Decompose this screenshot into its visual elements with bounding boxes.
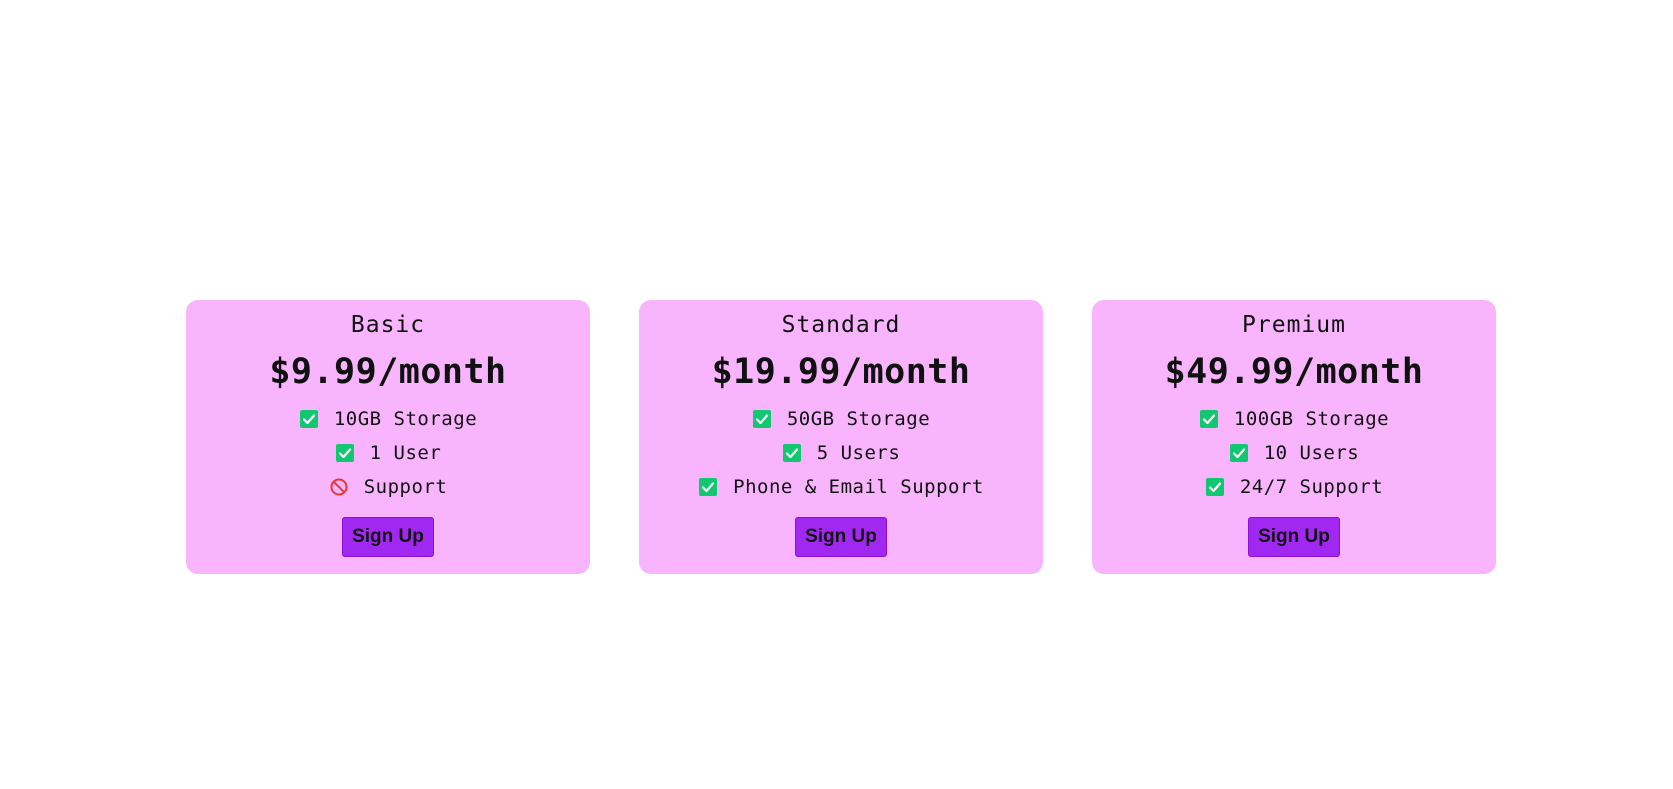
plan-card-basic: Basic $9.99/month 10GB Storage 1 User Su… [186,300,590,574]
check-icon [782,443,802,463]
feature-item: 50GB Storage [639,402,1043,436]
feature-item: 100GB Storage [1092,402,1496,436]
plan-name: Premium [1242,312,1346,338]
plan-name: Basic [350,312,426,338]
feature-text: 10 Users [1263,442,1360,464]
feature-item: 10GB Storage [186,402,590,436]
plan-card-premium: Premium $49.99/month 100GB Storage 10 Us… [1092,300,1496,574]
feature-text: 24/7 Support [1239,476,1384,498]
check-icon [299,409,319,429]
feature-item: 5 Users [639,436,1043,470]
check-icon [335,443,355,463]
sign-up-button[interactable]: Sign Up [795,517,887,557]
feature-text: Phone & Email Support [733,476,984,498]
feature-text: 50GB Storage [786,408,931,430]
plan-price: $19.99/month [711,352,971,392]
feature-item: 24/7 Support [1092,470,1496,504]
check-icon [1205,477,1225,497]
sign-up-button[interactable]: Sign Up [342,517,434,557]
feature-item: 1 User [186,436,590,470]
feature-list: 100GB Storage 10 Users 24/7 Support [1092,402,1496,504]
prohibited-icon [329,477,349,497]
plan-name: Standard [781,312,901,338]
feature-text: 100GB Storage [1233,408,1390,430]
feature-text: 1 User [369,442,442,464]
feature-text: Support [363,476,448,498]
pricing-plans: Basic $9.99/month 10GB Storage 1 User Su… [186,300,1496,574]
plan-price: $9.99/month [269,352,507,392]
check-icon [752,409,772,429]
feature-item: Support [186,470,590,504]
plan-card-standard: Standard $19.99/month 50GB Storage 5 Use… [639,300,1043,574]
sign-up-button[interactable]: Sign Up [1248,517,1340,557]
check-icon [1199,409,1219,429]
check-icon [1229,443,1249,463]
feature-text: 5 Users [816,442,901,464]
feature-item: 10 Users [1092,436,1496,470]
check-icon [698,477,718,497]
plan-price: $49.99/month [1164,352,1424,392]
feature-item: Phone & Email Support [639,470,1043,504]
feature-text: 10GB Storage [333,408,478,430]
feature-list: 10GB Storage 1 User Support [186,402,590,504]
feature-list: 50GB Storage 5 Users Phone & Email Suppo… [639,402,1043,504]
